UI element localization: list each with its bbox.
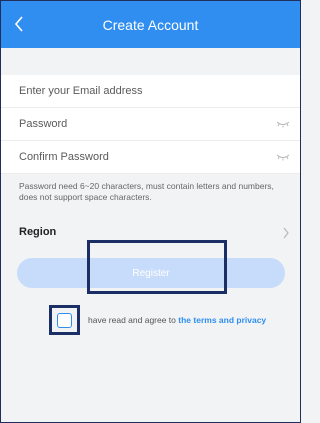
eye-closed-icon[interactable] [276,120,290,128]
password-field[interactable]: Password [1,108,300,141]
app-header: Create Account [1,1,300,48]
password-hint: Password need 6~20 characters, must cont… [19,181,274,202]
confirm-password-placeholder: Confirm Password [19,151,109,163]
email-field[interactable]: Enter your Email address [1,75,300,108]
terms-agreement: have read and agree to the terms and pri… [49,305,289,335]
top-spacer [1,48,300,75]
email-placeholder: Enter your Email address [19,85,143,97]
agreement-text: have read and agree to the terms and pri… [88,315,266,325]
terms-checkbox[interactable] [57,312,72,328]
confirm-password-field[interactable]: Confirm Password [1,141,300,174]
register-highlight-box [87,240,227,294]
region-label: Region [19,226,57,238]
terms-link[interactable]: the terms and privacy [178,315,266,325]
eye-closed-icon[interactable] [276,153,290,161]
password-placeholder: Password [19,118,68,130]
agreement-prefix: have read and agree to [88,315,176,325]
back-button[interactable] [7,12,31,36]
chevron-left-icon [14,16,23,32]
checkbox-highlight-box [49,305,80,335]
chevron-right-icon [283,227,289,239]
page-title: Create Account [102,16,199,33]
